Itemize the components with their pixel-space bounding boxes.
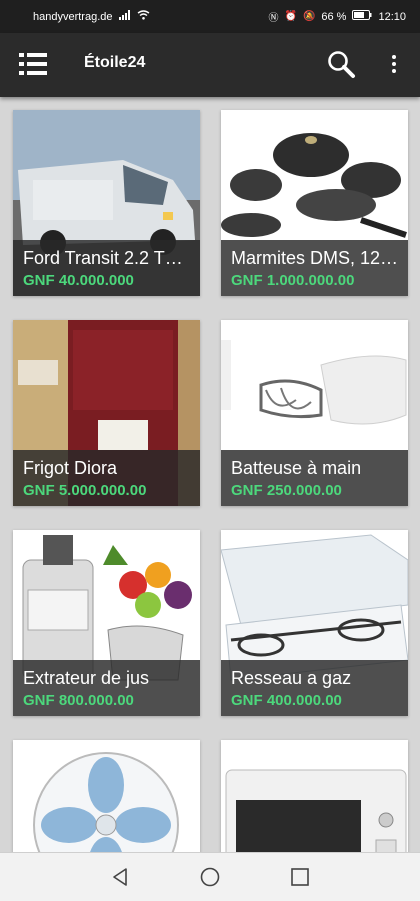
- product-grid: Ford Transit 2.2 TDCi GNF 40.000.000 Mar…: [0, 97, 420, 852]
- product-name: Extrateur de jus: [23, 668, 150, 688]
- product-card[interactable]: [221, 740, 408, 852]
- battery-icon: [352, 10, 372, 23]
- home-icon[interactable]: [198, 865, 222, 889]
- product-card[interactable]: Resseau a gaz GNF 400.000.00: [221, 530, 408, 716]
- app-bar: Étoile24: [0, 33, 420, 97]
- recents-icon[interactable]: [288, 865, 312, 889]
- card-caption: Extrateur de jus GNF 800.000.00: [13, 660, 200, 716]
- more-vertical-icon[interactable]: [389, 53, 399, 77]
- product-name: Ford Transit 2.2 TDCi: [23, 248, 193, 268]
- carrier-label: handyvertrag.de: [33, 10, 113, 23]
- card-caption: Batteuse à main GNF 250.000.00: [221, 450, 408, 506]
- back-icon[interactable]: [108, 865, 132, 889]
- product-card[interactable]: Frigot Diora GNF 5.000.000.00: [13, 320, 200, 506]
- product-card[interactable]: Batteuse à main GNF 250.000.00: [221, 320, 408, 506]
- product-name: Frigot Diora: [23, 458, 118, 478]
- card-caption: Marmites DMS, 12 pièces GNF 1.000.000.00: [221, 240, 408, 296]
- card-caption: Ford Transit 2.2 TDCi GNF 40.000.000: [13, 240, 200, 296]
- clock: 12:10: [378, 10, 406, 23]
- nfc-icon: Ⓝ: [268, 13, 279, 24]
- battery-percent: 66 %: [321, 10, 347, 23]
- product-price: GNF 800.000.00: [23, 692, 134, 709]
- product-price: GNF 40.000.000: [23, 272, 134, 289]
- signal-icon: [118, 10, 131, 23]
- product-card[interactable]: [13, 740, 200, 852]
- product-price: GNF 5.000.000.00: [23, 482, 147, 499]
- fan-image: [13, 740, 200, 852]
- product-price: GNF 250.000.00: [231, 482, 342, 499]
- alarm-icon: ⏰: [284, 11, 297, 22]
- product-name: Resseau a gaz: [231, 668, 352, 688]
- product-card[interactable]: Ford Transit 2.2 TDCi GNF 40.000.000: [13, 110, 200, 296]
- mute-icon: 🔕: [302, 11, 316, 22]
- product-price: GNF 1.000.000.00: [231, 272, 355, 289]
- search-icon[interactable]: [326, 49, 356, 79]
- card-caption: Frigot Diora GNF 5.000.000.00: [13, 450, 200, 506]
- product-card[interactable]: Marmites DMS, 12 pièces GNF 1.000.000.00: [221, 110, 408, 296]
- status-bar: handyvertrag.de Ⓝ ⏰ 🔕 66 % 12:10: [0, 0, 420, 33]
- menu-icon[interactable]: [19, 53, 47, 75]
- product-price: GNF 400.000.00: [231, 692, 342, 709]
- card-caption: Resseau a gaz GNF 400.000.00: [221, 660, 408, 716]
- product-name: Batteuse à main: [231, 458, 362, 478]
- wifi-icon: [137, 10, 150, 23]
- product-name: Marmites DMS, 12 pièces: [231, 248, 401, 268]
- product-card[interactable]: Extrateur de jus GNF 800.000.00: [13, 530, 200, 716]
- system-nav-bar: [0, 852, 420, 901]
- app-title: Étoile24: [84, 54, 146, 71]
- microwave-image: [221, 740, 408, 852]
